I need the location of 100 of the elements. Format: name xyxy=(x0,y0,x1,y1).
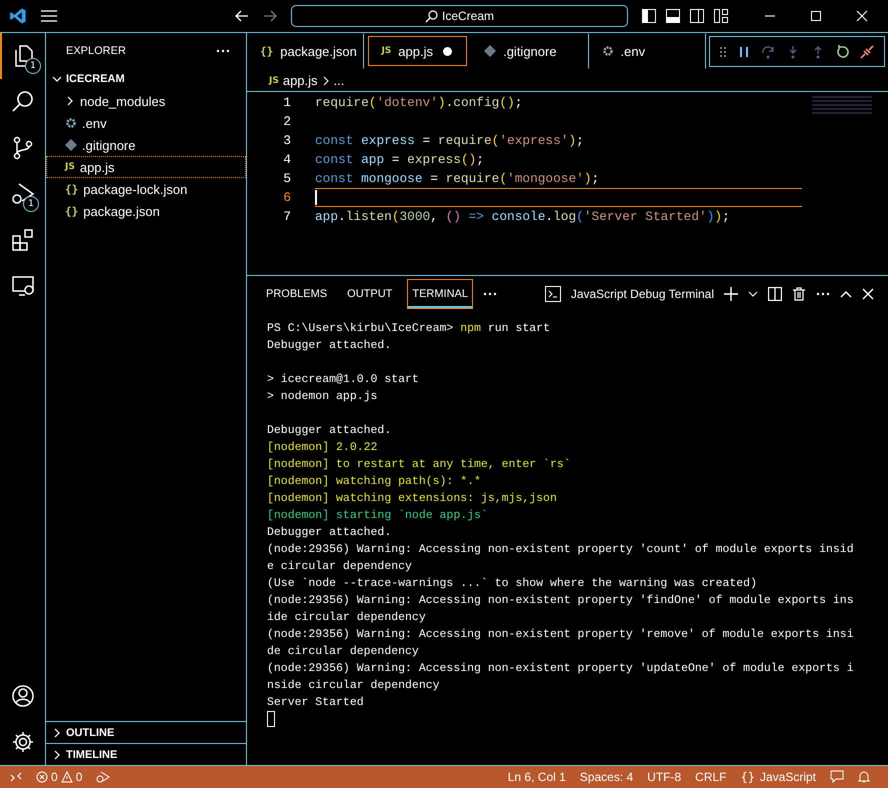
layout-icon[interactable] xyxy=(714,9,728,23)
terminal-line: de circular dependency xyxy=(267,645,419,658)
run-debug-icon[interactable] xyxy=(10,182,34,206)
remote-icon[interactable] xyxy=(10,771,22,783)
bell-icon[interactable] xyxy=(858,770,870,784)
terminal-cursor xyxy=(267,711,275,727)
editor-tab[interactable]: .env xyxy=(588,33,706,69)
line-number: 1 xyxy=(282,95,292,110)
status-item[interactable]: UTF-8 xyxy=(647,770,682,784)
code-line: require('dotenv').config(); xyxy=(315,95,522,110)
feedback-icon[interactable] xyxy=(830,770,844,784)
git-icon xyxy=(484,45,496,57)
chevron-icon xyxy=(65,96,75,106)
vscode-logo-icon xyxy=(9,7,27,25)
code-line: const mongoose = require('mongoose'); xyxy=(315,171,600,186)
chevron-icon xyxy=(52,750,62,760)
terminal-line: Debugger attached. xyxy=(267,526,392,539)
code-line: app.listen(3000, () => console.log('Server Started')); xyxy=(315,209,730,224)
account-icon[interactable] xyxy=(10,684,34,708)
more-actions-icon[interactable] xyxy=(816,292,830,296)
panel-tab[interactable]: OUTPUT xyxy=(342,279,398,309)
language-name: JavaScript xyxy=(760,770,816,784)
file-tree-item[interactable]: .env xyxy=(46,112,246,134)
notification-badge: 1 xyxy=(25,58,41,74)
chevron-down-icon[interactable] xyxy=(748,290,758,298)
gear-icon xyxy=(602,45,614,57)
file-tree-item[interactable]: .gitignore xyxy=(46,134,246,156)
search-icon xyxy=(424,10,438,22)
breadcrumb-item[interactable]: ... xyxy=(334,73,344,88)
explorer-title: EXPLORER xyxy=(66,44,126,56)
javascript-file-icon: JS xyxy=(381,46,392,56)
drag-handle-icon[interactable] xyxy=(719,46,728,58)
folder-header[interactable]: ICECREAM xyxy=(46,68,246,90)
sidebar-toggle-icon[interactable] xyxy=(642,9,656,23)
warning-count: 0 xyxy=(76,770,82,784)
terminal-line: [nodemon] 2.0.22 xyxy=(267,441,378,454)
plus-icon[interactable] xyxy=(724,287,738,301)
terminal-line: nside circular dependency xyxy=(267,679,440,692)
maximize-icon[interactable] xyxy=(810,10,822,22)
file-tree-item[interactable]: node_modules xyxy=(46,90,246,112)
step-over-icon[interactable] xyxy=(761,44,776,58)
panel-tab[interactable]: PROBLEMS xyxy=(261,279,332,309)
editor-tab[interactable]: .gitignore xyxy=(471,33,589,69)
warning-icon xyxy=(60,771,73,783)
menu-icon[interactable] xyxy=(41,10,57,22)
line-number: 4 xyxy=(282,152,292,167)
status-item[interactable]: CRLF xyxy=(695,770,727,784)
json-file-icon: {} xyxy=(260,44,274,58)
line-number: 2 xyxy=(282,114,292,129)
chevron-up-icon[interactable] xyxy=(840,290,852,298)
line-number: 3 xyxy=(282,133,292,148)
terminal-line: Debugger attached. xyxy=(267,339,392,352)
settings-icon[interactable] xyxy=(10,730,34,754)
panel-toggle-icon[interactable] xyxy=(666,9,680,23)
braces-icon: {} xyxy=(740,770,755,784)
file-tree-item[interactable]: {} package-lock.json xyxy=(46,178,246,200)
close-icon[interactable] xyxy=(862,288,874,300)
editor-tab[interactable]: JS app.js xyxy=(368,36,468,66)
split-icon[interactable] xyxy=(768,287,782,301)
sidebar-section-header[interactable]: OUTLINE xyxy=(46,721,246,743)
line-number: 5 xyxy=(282,171,292,186)
chevron-icon xyxy=(322,76,330,86)
terminal-line: (node:29356) Warning: Accessing non-existent property 'updateOne' of module exports i xyxy=(267,662,854,675)
terminal-line: (node:29356) Warning: Accessing non-existent property 'count' of module exports insid xyxy=(267,543,854,556)
code-line: const app = express(); xyxy=(315,152,484,167)
trash-icon[interactable] xyxy=(792,287,806,301)
problems-status[interactable]: 0 0 xyxy=(36,770,82,784)
gear-icon xyxy=(65,117,77,129)
panel-tab[interactable]: TERMINAL xyxy=(407,279,473,309)
extensions-icon[interactable] xyxy=(10,228,34,252)
secondary-sidebar-icon[interactable] xyxy=(690,9,704,23)
back-arrow-icon[interactable] xyxy=(235,10,249,22)
status-item[interactable]: Spaces: 4 xyxy=(580,770,634,784)
terminal-line: (node:29356) Warning: Accessing non-existent property 'remove' of module exports insi xyxy=(267,628,854,641)
file-tree-item[interactable]: {} package.json xyxy=(46,200,246,222)
forward-arrow-icon[interactable] xyxy=(263,10,277,22)
breadcrumb-item[interactable]: app.js xyxy=(282,73,318,88)
terminal-line: (node:29356) Warning: Accessing non-existent property 'findOne' of module exports ins xyxy=(267,594,854,607)
debug-icon[interactable] xyxy=(96,771,110,783)
json-file-icon: {} xyxy=(65,182,78,196)
terminal-line: > nodemon app.js xyxy=(267,390,378,403)
command-center-search[interactable]: IceCream xyxy=(291,5,628,27)
terminal-name[interactable]: JavaScript Debug Terminal xyxy=(570,287,714,301)
disconnect-icon[interactable] xyxy=(860,44,874,58)
more-actions-icon[interactable] xyxy=(216,48,230,52)
more-actions-icon[interactable] xyxy=(483,292,497,296)
terminal-line: PS C:\Users\kirbu\IceCream> npm run start xyxy=(267,322,550,335)
close-icon[interactable] xyxy=(856,10,868,22)
restart-icon[interactable] xyxy=(836,44,850,58)
editor-tab[interactable]: {} package.json xyxy=(247,33,364,69)
status-item[interactable]: Ln 6, Col 1 xyxy=(508,770,566,784)
language-mode[interactable]: {} JavaScript xyxy=(740,770,816,784)
git-icon xyxy=(65,139,77,151)
remote-explorer-icon[interactable] xyxy=(10,274,34,298)
pause-icon[interactable] xyxy=(738,46,750,58)
error-count: 0 xyxy=(51,770,58,784)
search-icon[interactable] xyxy=(10,90,34,114)
text-cursor xyxy=(315,190,317,205)
json-file-icon: {} xyxy=(65,204,78,218)
file-tree-item[interactable]: JS app.js xyxy=(46,156,246,178)
